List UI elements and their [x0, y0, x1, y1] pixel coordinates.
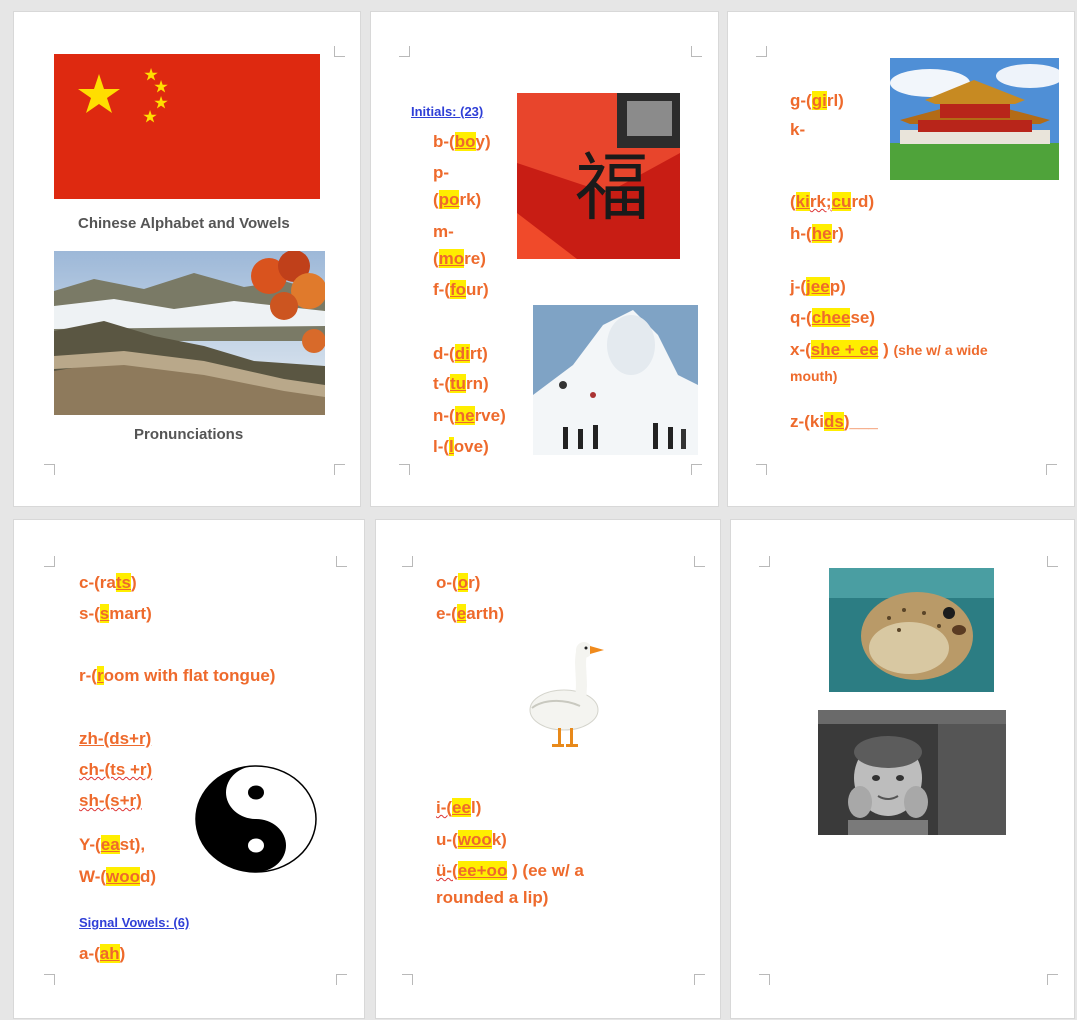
page-corner-mark	[691, 464, 702, 475]
page-corner-mark	[759, 556, 770, 567]
page-1: Chinese Alphabet and Vowels Pronunciatio…	[14, 12, 360, 506]
initial-k: k-	[790, 120, 806, 139]
svg-text:福: 福	[575, 145, 649, 231]
page-corner-mark	[691, 46, 702, 57]
initial-l: l-(love)	[433, 437, 489, 456]
initial-w: W-(wood)	[79, 867, 157, 886]
initial-h: h-(her)	[790, 224, 844, 243]
initials-heading: Initials: (23)	[411, 104, 484, 119]
goose-image	[529, 642, 604, 747]
initial-y: Y-(east),	[79, 835, 146, 854]
signal-vowels-heading: Signal Vowels: (6)	[79, 915, 190, 930]
china-flag-image	[54, 54, 320, 199]
document-subtitle: Pronunciations	[134, 426, 244, 443]
vowel-i: i-(eel)	[436, 798, 482, 817]
page-corner-mark	[402, 974, 413, 985]
pufferfish-image	[829, 568, 994, 692]
page-corner-mark	[694, 556, 705, 567]
page-corner-mark	[756, 46, 767, 57]
page-6	[731, 520, 1074, 1018]
initial-q: q-(cheese)	[790, 308, 876, 327]
chinese-temple-image	[890, 58, 1059, 180]
initial-n: n-(nerve)	[433, 406, 506, 425]
initial-x: x-(she + ee ) (she w/ a wide	[790, 340, 988, 359]
vowel-e: e-(earth)	[436, 604, 505, 623]
page-corner-mark	[44, 974, 55, 985]
initial-z: z-(kids)___	[790, 412, 878, 431]
initial-f: f-(four)	[433, 280, 489, 299]
page-corner-mark	[334, 464, 345, 475]
vowel-u-umlaut: ü-(ee+oo ) (ee w/ a	[436, 861, 584, 880]
great-wall-image	[54, 251, 325, 415]
page-3: g-(girl) k- (kirk;curd) h-(her) j-(jeep)…	[728, 12, 1074, 506]
initial-p-example: (pork)	[433, 190, 482, 209]
page-corner-mark	[336, 556, 347, 567]
page-corner-mark	[694, 974, 705, 985]
page-corner-mark	[44, 464, 55, 475]
initial-m-example: (more)	[433, 249, 486, 268]
page-4: c-(rats) s-(smart) r-(room with flat ton…	[14, 520, 364, 1018]
page-corner-mark	[1047, 974, 1058, 985]
page-corner-mark	[1047, 556, 1058, 567]
initial-d: d-(dirt)	[433, 344, 488, 363]
page-2: Initials: (23) b-(boy) p- (pork) m- (mor…	[371, 12, 718, 506]
initial-r: r-(room with flat tongue)	[79, 666, 276, 685]
initial-s: s-(smart)	[79, 604, 152, 623]
vowel-u-umlaut-note: rounded a lip)	[436, 888, 549, 907]
initial-p: p-	[433, 163, 450, 182]
page-5: o-(or) e-(earth) i-(eel) u-(wook) ü-(ee+…	[376, 520, 720, 1018]
page-corner-mark	[399, 46, 410, 57]
initial-g: g-(girl)	[790, 91, 844, 110]
page-corner-mark	[44, 556, 55, 567]
fu-character-image: 福	[517, 93, 680, 259]
page-corner-mark	[759, 974, 770, 985]
initial-c: c-(rats)	[79, 573, 137, 592]
child-photo-image	[818, 710, 1006, 835]
page-corner-mark	[1046, 464, 1057, 475]
vowel-o: o-(or)	[436, 573, 481, 592]
ice-sculpture-image	[533, 305, 698, 455]
initial-ch: ch-(ts +r)	[79, 760, 153, 779]
initial-zh: zh-(ds+r)	[79, 729, 152, 748]
initial-k-example: (kirk;curd)	[790, 192, 875, 211]
initial-x-note: mouth)	[790, 368, 838, 384]
vowel-u: u-(wook)	[436, 830, 507, 849]
page-corner-mark	[399, 464, 410, 475]
page-corner-mark	[336, 974, 347, 985]
initial-b: b-(boy)	[433, 132, 491, 151]
initial-sh: sh-(s+r)	[79, 791, 142, 810]
page-corner-mark	[756, 464, 767, 475]
page-corner-mark	[334, 46, 345, 57]
initial-j: j-(jeep)	[790, 277, 846, 296]
yin-yang-image	[195, 765, 317, 873]
vowel-a: a-(ah)	[79, 944, 126, 963]
initial-t: t-(turn)	[433, 374, 489, 393]
initial-m: m-	[433, 222, 454, 241]
document-title: Chinese Alphabet and Vowels	[78, 215, 290, 232]
page-corner-mark	[402, 556, 413, 567]
